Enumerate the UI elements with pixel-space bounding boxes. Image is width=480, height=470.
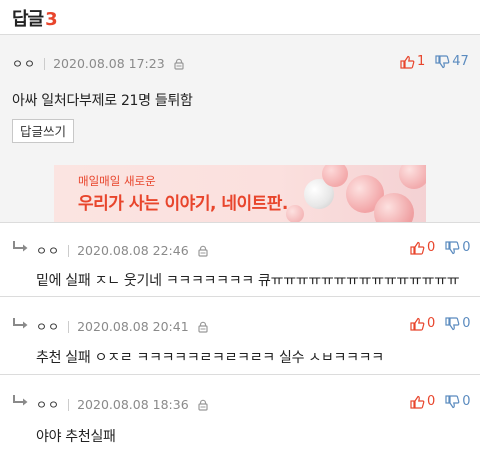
upvote-count: 0 (427, 240, 436, 255)
thumbs-up-icon (400, 55, 415, 69)
thumbs-up-icon (410, 317, 425, 331)
meta-divider (68, 244, 70, 257)
reply-author[interactable]: ㅇㅇ (36, 242, 60, 259)
downvote-button[interactable]: 0 (445, 394, 471, 409)
downvote-button[interactable]: 0 (445, 316, 471, 331)
reply-date: 2020.08.08 18:36 (77, 397, 189, 412)
upvote-button[interactable]: 0 (410, 240, 435, 255)
meta-divider (68, 320, 70, 333)
reply-section-title: 답글 3 (12, 5, 58, 31)
reply-meta: ㅇㅇ 2020.08.08 18:36 (36, 396, 209, 413)
upvote-count: 1 (417, 54, 426, 69)
reply-meta: ㅇㅇ 2020.08.08 20:41 (36, 318, 209, 335)
thumbs-up-icon (410, 241, 425, 255)
reply-arrow-icon (13, 318, 28, 329)
reply-title-label: 답글 (12, 9, 44, 30)
reply-votes: 0 0 (410, 240, 471, 255)
lock-icon[interactable] (197, 321, 209, 333)
banner-tagline: 매일매일 새로운 (78, 174, 156, 188)
upvote-button[interactable]: 0 (410, 316, 435, 331)
lock-icon[interactable] (173, 58, 185, 70)
downvote-count: 0 (462, 240, 471, 255)
reply-item: ㅇㅇ 2020.08.08 20:41 0 0 추천 실패 ㅇㅈㄹ ㅋㅋㅋㅋㅋㄹ… (0, 296, 480, 375)
thumbs-down-icon (445, 394, 460, 408)
lock-icon[interactable] (197, 245, 209, 257)
reply-count: 3 (45, 9, 57, 30)
reply-text: 야야 추천실패 (36, 429, 116, 445)
reply-arrow-icon (13, 395, 28, 406)
reply-header: 답글 3 (0, 0, 480, 34)
reply-item: ㅇㅇ 2020.08.08 18:36 0 0 야야 추천실패 (0, 374, 480, 470)
downvote-button[interactable]: 0 (445, 240, 471, 255)
downvote-count: 47 (452, 54, 469, 69)
upvote-count: 0 (427, 316, 436, 331)
reply-date: 2020.08.08 20:41 (77, 319, 189, 334)
comment-text: 아싸 일처다부제로 21명 들튀함 (12, 93, 193, 109)
downvote-count: 0 (462, 316, 471, 331)
lock-icon[interactable] (197, 399, 209, 411)
comment-meta: ㅇㅇ 2020.08.08 17:23 (12, 55, 185, 72)
decorative-bubble (399, 165, 426, 189)
reply-date: 2020.08.08 22:46 (77, 243, 189, 258)
nate-pann-banner[interactable]: 매일매일 새로운 우리가 사는 이야기, 네이트판. (54, 165, 426, 222)
meta-divider (68, 398, 70, 411)
reply-author[interactable]: ㅇㅇ (36, 318, 60, 335)
reply-text: 추천 실패 ㅇㅈㄹ ㅋㅋㅋㅋㅋㄹㅋㄹㅋㄹㅋ 실수 ㅅㅂㅋㅋㅋㅋ (36, 350, 384, 366)
thumbs-down-icon (435, 54, 450, 68)
reply-arrow-icon (13, 241, 28, 252)
reply-meta: ㅇㅇ 2020.08.08 22:46 (36, 242, 209, 259)
decorative-bubble (322, 165, 348, 187)
banner-headline: 우리가 사는 이야기, 네이트판. (78, 194, 288, 214)
upvote-count: 0 (427, 394, 436, 409)
upvote-button[interactable]: 0 (410, 394, 435, 409)
decorative-bubble (286, 205, 304, 222)
reply-votes: 0 0 (410, 394, 471, 409)
comment-votes: 1 47 (400, 54, 469, 69)
reply-votes: 0 0 (410, 316, 471, 331)
downvote-button[interactable]: 47 (435, 54, 469, 69)
meta-divider (44, 57, 46, 70)
reply-text: 밑에 실패 ㅈㄴ 웃기네 ㅋㅋㅋㅋㅋㅋㅋ 큐ㅠㅠㅠㅠㅠㅠㅠㅠㅠㅠㅠㅠㅠㅠㅠ (36, 273, 460, 289)
write-reply-button[interactable]: 답글쓰기 (12, 119, 75, 143)
reply-author[interactable]: ㅇㅇ (36, 396, 60, 413)
reply-item: ㅇㅇ 2020.08.08 22:46 0 0 밑에 실패 ㅈㄴ 웃기네 ㅋㅋㅋ… (0, 222, 480, 297)
comment-date: 2020.08.08 17:23 (53, 56, 165, 71)
thumbs-down-icon (445, 240, 460, 254)
thumbs-up-icon (410, 395, 425, 409)
upvote-button[interactable]: 1 (400, 54, 425, 69)
comment-author[interactable]: ㅇㅇ (12, 55, 36, 72)
thumbs-down-icon (445, 316, 460, 330)
decorative-bubble (374, 193, 414, 222)
downvote-count: 0 (462, 394, 471, 409)
